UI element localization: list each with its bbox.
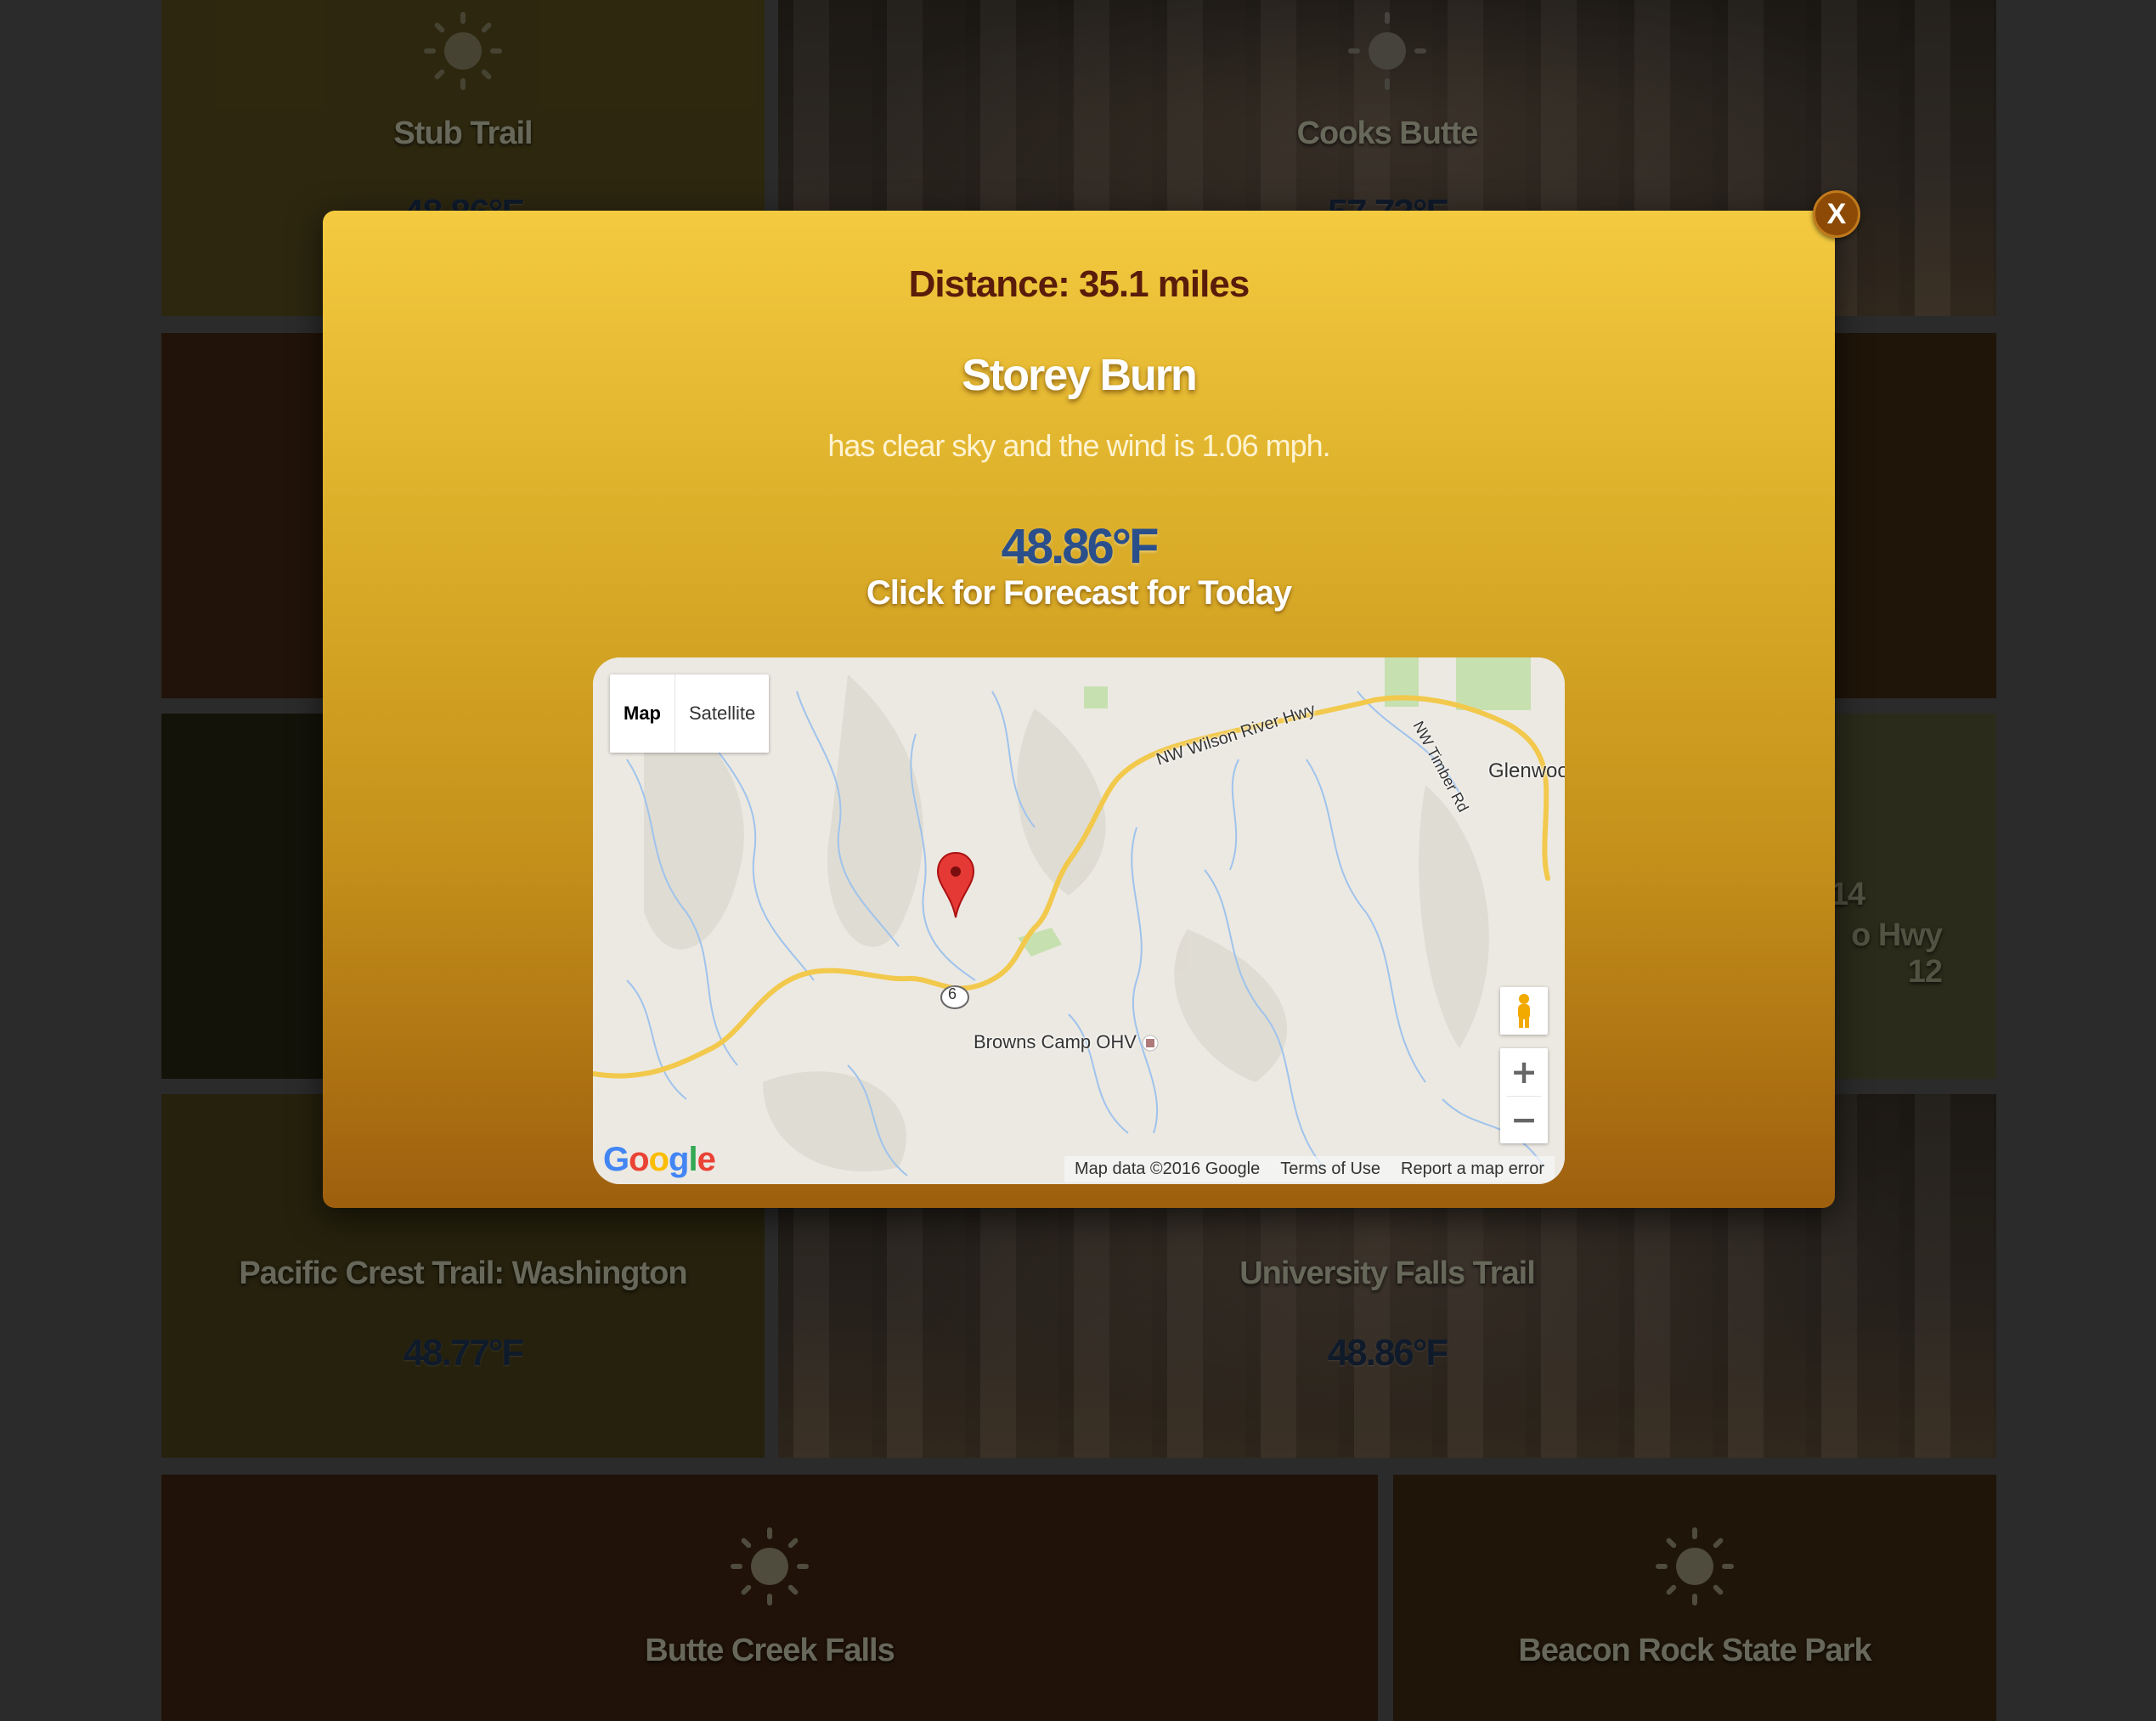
map[interactable]: 6 NW Wilson River Hwy NW Timber Rd Glenw… [593, 657, 1565, 1184]
temperature-value: 48.86°F [1001, 519, 1160, 574]
map-attribution: Map data ©2016 Google Terms of Use Repor… [1064, 1156, 1555, 1182]
report-error-link[interactable]: Report a map error [1391, 1156, 1555, 1182]
terms-of-use-link[interactable]: Terms of Use [1270, 1156, 1391, 1182]
route-shield-label: 6 [948, 985, 957, 1002]
distance-text: Distance: 35.1 miles [908, 263, 1250, 305]
google-logo: Google [603, 1141, 716, 1178]
map-type-map-button[interactable]: Map [610, 674, 675, 753]
forecast-link[interactable]: Click for Forecast for Today [323, 574, 1835, 612]
map-marker-icon[interactable] [936, 851, 975, 919]
map-type-satellite-button[interactable]: Satellite [675, 674, 769, 753]
weather-description: has clear sky and the wind is 1.06 mph. [827, 428, 1330, 463]
glenwood-label: Glenwoo [1488, 759, 1565, 782]
place-title: Storey Burn [962, 351, 1198, 400]
close-button[interactable]: X [1813, 190, 1860, 238]
map-data-text: Map data ©2016 Google [1074, 1160, 1261, 1178]
pegman-icon [1518, 994, 1530, 1028]
zoom-in-button[interactable]: + [1500, 1048, 1548, 1096]
zoom-out-button[interactable]: − [1500, 1096, 1548, 1143]
zoom-control: + − [1500, 1048, 1548, 1143]
map-type-control: Map Satellite [610, 674, 770, 753]
street-view-button[interactable] [1500, 987, 1548, 1035]
browns-camp-label: Browns Camp OHV [974, 1031, 1137, 1052]
trail-modal: Distance: 35.1 miles Storey Burn has cle… [323, 211, 1835, 1208]
